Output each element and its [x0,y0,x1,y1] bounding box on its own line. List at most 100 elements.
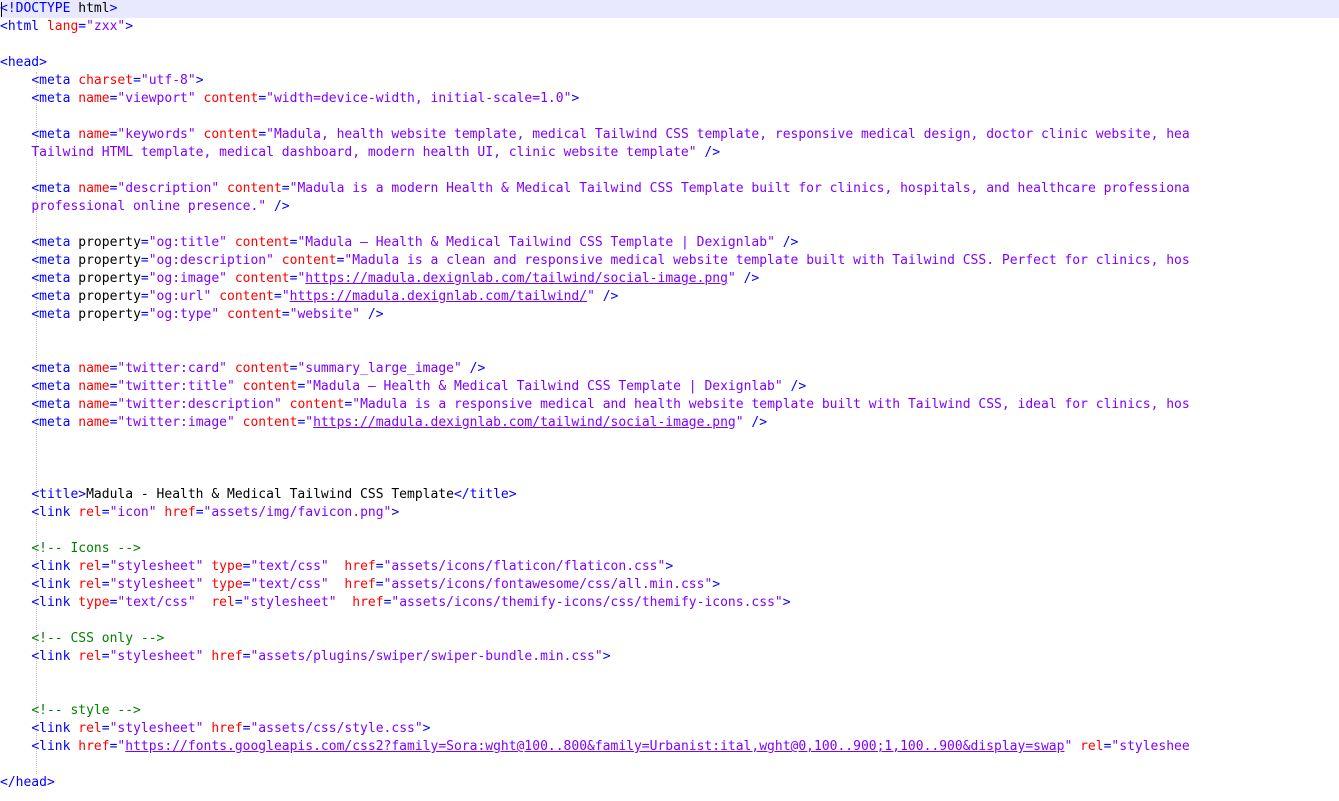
code-line[interactable]: <!-- style --> [0,702,1339,720]
value-token: "text/css" [117,595,196,610]
value-token: "Madula is a responsive medical and heal… [352,397,1190,412]
url-link-token[interactable]: https://madula.dexignlab.com/tailwind/so… [305,271,728,286]
code-line[interactable]: <meta property="og:type" content="websit… [0,306,1339,324]
code-line[interactable]: <meta name="twitter:image" content="http… [0,414,1339,432]
tag-token: <meta [31,289,79,304]
tag-token: <meta [31,127,79,142]
code-line[interactable]: <link rel="stylesheet" type="text/css" h… [0,558,1339,576]
code-line[interactable]: <link type="text/css" rel="stylesheet" h… [0,594,1339,612]
tag-token: </title> [453,487,517,502]
attribute-token: name [78,397,110,412]
code-line[interactable]: <link rel="stylesheet" type="text/css" h… [0,576,1339,594]
attribute-token: content [219,289,274,304]
comment-token: <!-- Icons --> [31,541,141,556]
attribute-token: charset [78,73,134,88]
code-line[interactable]: <!-- CSS only --> [0,630,1339,648]
tag-token: > [712,577,721,592]
tag-token: <link [31,595,79,610]
code-line[interactable] [0,108,1339,126]
code-line[interactable]: <title>Madula - Health & Medical Tailwin… [0,486,1339,504]
tag-token: = [281,181,290,196]
code-line[interactable]: <link rel="stylesheet" href="assets/css/… [0,720,1339,738]
value-token: Tailwind HTML template, medical dashboar… [31,145,697,160]
code-line[interactable] [0,468,1339,486]
value-token: "Madula is a modern Health & Medical Tai… [289,181,1190,196]
tag-token: = [258,127,267,142]
tag-token: > [109,1,118,16]
value-token: "twitter:title" [117,379,235,394]
code-line[interactable]: <meta property="og:description" content=… [0,252,1339,270]
code-line[interactable] [0,216,1339,234]
code-line-current[interactable]: <!DOCTYPE html> [0,0,1339,18]
code-line[interactable] [0,324,1339,342]
code-line[interactable]: <meta name="description" content="Madula… [0,180,1339,198]
attribute-token: rel [78,505,102,520]
tag-token: <meta [31,379,79,394]
code-line[interactable]: professional online presence." /> [0,198,1339,216]
code-line[interactable]: <!-- Icons --> [0,540,1339,558]
code-line[interactable] [0,432,1339,450]
code-line[interactable] [0,522,1339,540]
attribute-token: rel [78,649,102,664]
tag-token: = [375,559,384,574]
value-token: "Madula – Health & Medical Tailwind CSS … [305,379,783,394]
code-line[interactable] [0,684,1339,702]
code-line[interactable]: <html lang="zxx"> [0,18,1339,36]
tag-token: /> [602,289,619,304]
code-line[interactable]: </head> [0,774,1339,792]
attribute-token: content [234,235,290,250]
code-line[interactable]: <meta charset="utf-8"> [0,72,1339,90]
code-line[interactable]: <meta name="twitter:card" content="summa… [0,360,1339,378]
code-line[interactable] [0,756,1339,774]
code-line[interactable]: <meta property="og:image" content="https… [0,270,1339,288]
value-token: "og:image" [148,271,228,286]
value-token: "Madula is a clean and responsive medica… [344,253,1190,268]
code-line[interactable] [0,666,1339,684]
value-token: " [281,289,290,304]
code-line[interactable]: <link href="https://fonts.googleapis.com… [0,738,1339,756]
code-line[interactable] [0,612,1339,630]
value-token: "assets/icons/themify-icons/css/themify-… [391,595,783,610]
code-line[interactable] [0,36,1339,54]
url-link-token[interactable]: https://fonts.googleapis.com/css2?family… [125,739,1064,754]
code-line[interactable]: <link rel="icon" href="assets/img/favico… [0,504,1339,522]
tag-token: = [258,91,267,106]
tag-token: <link [31,577,79,592]
tag-token: = [234,595,243,610]
attribute-token: content [289,397,345,412]
value-token: professional online presence." [31,199,267,214]
value-token: "stylesheet" [109,559,204,574]
code-line[interactable] [0,450,1339,468]
code-line[interactable]: <meta name="viewport" content="width=dev… [0,90,1339,108]
attribute-token: href [344,577,376,592]
code-line[interactable] [0,342,1339,360]
code-line[interactable]: <link rel="stylesheet" href="assets/plug… [0,648,1339,666]
code-line[interactable]: <meta property="og:url" content="https:/… [0,288,1339,306]
code-line[interactable] [0,162,1339,180]
tag-token: = [281,307,290,322]
tag-token: = [133,73,141,88]
url-link-token[interactable]: https://madula.dexignlab.com/tailwind/ [290,289,587,304]
attribute-token: href [352,595,384,610]
code-line[interactable]: <meta name="keywords" content="Madula, h… [0,126,1339,144]
code-editor[interactable]: <!DOCTYPE html> <html lang="zxx"> <head> <… [0,0,1339,801]
code-line[interactable]: <meta property="og:title" content="Madul… [0,234,1339,252]
value-token: "summary_large_image" [297,361,462,376]
code-line[interactable]: <meta name="twitter:title" content="Madu… [0,378,1339,396]
code-line[interactable]: <meta name="twitter:description" content… [0,396,1339,414]
tag-token: <html [0,19,47,34]
attribute-token: type [78,595,110,610]
value-token: "og:description" [148,253,274,268]
url-link-token[interactable]: https://madula.dexignlab.com/tailwind/so… [313,415,736,430]
code-line[interactable]: <head> [0,54,1339,72]
code-line[interactable]: Tailwind HTML template, medical dashboar… [0,144,1339,162]
tag-token: <link [31,559,79,574]
